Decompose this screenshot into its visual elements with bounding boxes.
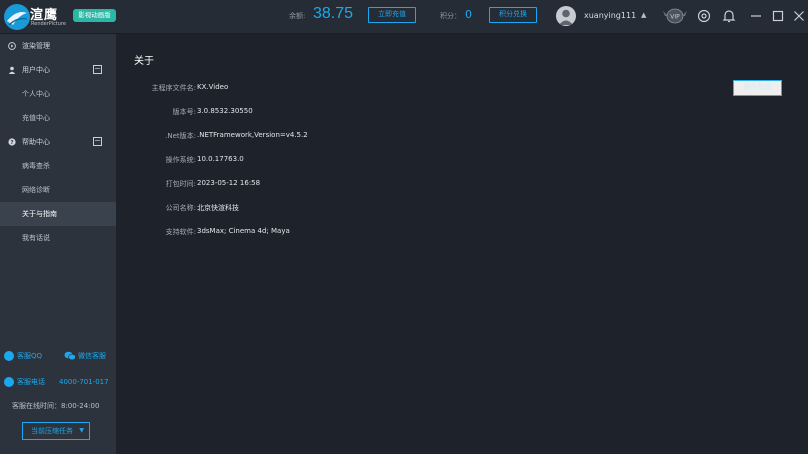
vip-badge-icon[interactable]: VIP (662, 7, 688, 25)
sidebar-item-label: 帮助中心 (22, 138, 50, 146)
info-row-supported-software: 支持软件: 3dsMax; Cinema 4d; Maya (116, 227, 716, 239)
sidebar-group-help-center[interactable]: ? 帮助中心 − (0, 130, 116, 154)
points-exchange-button[interactable]: 积分兑换 (489, 7, 537, 23)
balance-value: 38.75 (313, 5, 354, 22)
sidebar-item-label: 个人中心 (22, 90, 50, 98)
dropdown-label: 当前压缩任务 (31, 427, 73, 435)
title-bar: 渲鹰 RenderPicture 影视动画版 余额: 38.75 立即充值 积分… (0, 0, 808, 34)
main-content: 关于 操作指南 主程序文件名: KX.Video 版本号: 3.0.8532.3… (116, 34, 808, 454)
sidebar-item-label: 病毒查杀 (22, 162, 50, 170)
current-compression-task-dropdown[interactable]: 当前压缩任务 ▼ (22, 422, 90, 440)
support-phone-number: 4000-701-017 (59, 378, 109, 386)
wechat-icon (64, 351, 76, 361)
sidebar-item-network-diagnosis[interactable]: 网络诊断 (0, 178, 116, 202)
info-row-build-time: 打包时间: 2023-05-12 16:58 (116, 179, 716, 191)
info-value: 10.0.17763.0 (197, 155, 244, 163)
help-circle-icon: ? (8, 138, 16, 146)
info-label: .Net版本: (165, 132, 196, 140)
info-value: KX.Video (197, 83, 229, 91)
sidebar-item-recharge-center[interactable]: 充值中心 (0, 106, 116, 130)
info-value: 3.0.8532.30550 (197, 107, 253, 115)
support-row-qq: 客服QQ 微信客服 (0, 348, 116, 364)
operation-guide-button[interactable]: 操作指南 (733, 80, 782, 96)
support-wechat-link[interactable]: 微信客服 (78, 348, 106, 364)
maximize-icon[interactable] (770, 8, 786, 24)
support-row-phone: 客服电话 4000-701-017 (0, 374, 116, 390)
sidebar-item-personal-center[interactable]: 个人中心 (0, 82, 116, 106)
logo-subtitle: RenderPicture (31, 21, 66, 27)
info-label: 操作系统: (165, 156, 196, 164)
caret-up-icon[interactable]: ▲ (641, 11, 646, 19)
username[interactable]: xuanying111 (584, 11, 636, 20)
sidebar-item-label: 我有话说 (22, 234, 50, 242)
support-phone-label: 客服电话 (17, 378, 45, 386)
info-label: 版本号: (172, 108, 196, 116)
info-row-version: 版本号: 3.0.8532.30550 (116, 107, 716, 119)
info-label: 主程序文件名: (151, 84, 196, 92)
info-label: 公司名称: (165, 204, 196, 212)
recharge-button[interactable]: 立即充值 (368, 7, 416, 23)
info-value: .NETFramework,Version=v4.5.2 (197, 131, 308, 139)
edition-badge: 影视动画版 (73, 9, 116, 22)
user-icon (8, 66, 16, 74)
vip-badge-text: VIP (670, 14, 680, 21)
user-avatar-icon (559, 9, 573, 25)
sidebar-item-render-management[interactable]: 渲染管理 (0, 34, 116, 58)
sidebar-item-virus-scan[interactable]: 病毒查杀 (0, 154, 116, 178)
info-label: 支持软件: (165, 228, 196, 236)
minimize-icon[interactable] (748, 8, 764, 24)
info-value: 北京快渲科技 (197, 204, 239, 212)
info-row-main-file: 主程序文件名: KX.Video (116, 83, 716, 95)
caret-down-icon: ▼ (79, 427, 84, 434)
renderpicture-logo-icon (4, 4, 30, 30)
support-hours: 客服在线时间：8:00-24:00 (12, 402, 100, 410)
balance-label: 余额: (289, 12, 306, 20)
sidebar-item-label: 充值中心 (22, 114, 50, 122)
info-value: 2023-05-12 16:58 (197, 179, 261, 187)
info-row-company: 公司名称: 北京快渲科技 (116, 203, 716, 215)
gear-icon[interactable] (696, 8, 712, 24)
sidebar-item-label: 渲染管理 (22, 42, 50, 50)
points-value: 0 (465, 8, 472, 21)
points-label: 积分： (440, 12, 461, 20)
avatar[interactable] (556, 6, 576, 26)
play-circle-icon (8, 42, 16, 50)
sidebar-item-label: 关于与指南 (22, 210, 57, 218)
close-icon[interactable] (791, 8, 807, 24)
collapse-icon[interactable]: − (93, 65, 102, 74)
sidebar-item-label: 网络诊断 (22, 186, 50, 194)
info-row-os: 操作系统: 10.0.17763.0 (116, 155, 716, 167)
info-row-net-version: .Net版本: .NETFramework,Version=v4.5.2 (116, 131, 716, 143)
sidebar: 渲染管理 用户中心 − 个人中心 充值中心 ? 帮助中心 − 病毒查杀 网络诊断… (0, 34, 116, 454)
info-value: 3dsMax; Cinema 4d; Maya (197, 227, 290, 235)
collapse-icon[interactable]: − (93, 137, 102, 146)
qq-icon (4, 351, 14, 361)
sidebar-item-label: 用户中心 (22, 66, 50, 74)
svg-text:?: ? (10, 140, 13, 146)
bell-icon[interactable] (721, 8, 737, 24)
sidebar-item-feedback[interactable]: 我有话说 (0, 226, 116, 250)
support-qq-link[interactable]: 客服QQ (17, 348, 42, 364)
sidebar-group-user-center[interactable]: 用户中心 − (0, 58, 116, 82)
phone-icon (4, 377, 14, 387)
info-label: 打包时间: (165, 180, 196, 188)
page-title: 关于 (134, 56, 154, 67)
sidebar-item-about-guide[interactable]: 关于与指南 (0, 202, 116, 226)
